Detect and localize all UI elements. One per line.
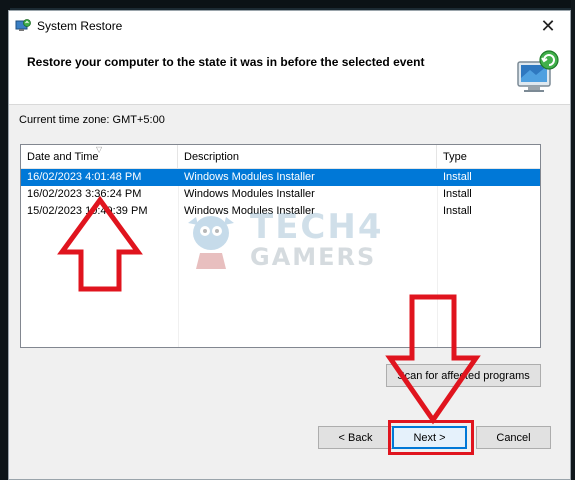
watermark-logo: TECH4 GAMERS <box>180 205 390 275</box>
scan-affected-programs-button[interactable]: Scan for affected programs <box>386 364 541 387</box>
system-restore-icon <box>517 50 559 92</box>
table-row[interactable]: 16/02/2023 3:36:24 PM Windows Modules In… <box>21 186 540 203</box>
column-header-label: Description <box>184 151 240 163</box>
cell-date-time: 16/02/2023 4:01:48 PM <box>27 171 142 183</box>
column-header-type[interactable]: Type <box>437 145 540 169</box>
cell-description: Windows Modules Installer <box>184 188 315 200</box>
watermark-line1: TECH4 <box>250 207 384 247</box>
system-restore-app-icon <box>15 19 31 31</box>
mascot-icon <box>188 216 234 269</box>
column-header-label: Type <box>443 151 467 163</box>
title-bar[interactable]: System Restore ✕ <box>9 11 570 42</box>
cancel-button[interactable]: Cancel <box>476 426 551 449</box>
window-title: System Restore <box>37 19 123 33</box>
wizard-header: Restore your computer to the state it wa… <box>9 42 570 105</box>
desktop-background-top <box>0 0 575 8</box>
watermark-line2: GAMERS <box>250 243 377 271</box>
sort-indicator-icon: ▽ <box>96 145 103 154</box>
cell-date-time: 15/02/2023 10:49:39 PM <box>27 205 148 217</box>
close-button[interactable]: ✕ <box>526 11 570 42</box>
desktop-background-right <box>571 0 575 480</box>
back-button[interactable]: < Back <box>318 426 393 449</box>
page-title: Restore your computer to the state it wa… <box>27 55 425 69</box>
cell-description: Windows Modules Installer <box>184 171 315 183</box>
list-header: ▽ Date and Time Description Type <box>21 145 540 169</box>
cell-type: Install <box>443 171 472 183</box>
cell-type: Install <box>443 188 472 200</box>
cell-type: Install <box>443 205 472 217</box>
next-highlight-box <box>388 420 474 455</box>
timezone-label: Current time zone: GMT+5:00 <box>19 114 165 126</box>
column-header-label: Date and Time <box>27 151 99 163</box>
column-header-description[interactable]: Description <box>178 145 437 169</box>
close-icon: ✕ <box>540 16 556 36</box>
cell-date-time: 16/02/2023 3:36:24 PM <box>27 188 142 200</box>
table-row[interactable]: 16/02/2023 4:01:48 PM Windows Modules In… <box>21 169 540 186</box>
column-header-date-time[interactable]: ▽ Date and Time <box>21 145 178 169</box>
